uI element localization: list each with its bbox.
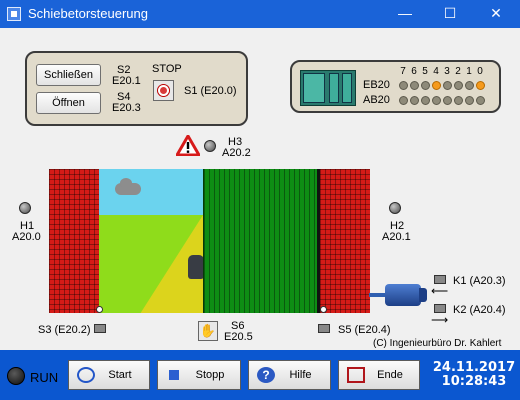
- help-button-label: Hilfe: [289, 369, 312, 381]
- bit-number: 0: [477, 66, 483, 77]
- eb20-led: [443, 81, 452, 90]
- bit-number: 7: [400, 66, 406, 77]
- sky: [99, 169, 203, 215]
- hand-icon[interactable]: ✋: [198, 321, 218, 341]
- help-icon: ?: [257, 367, 275, 383]
- window-title: Schiebetorsteuerung: [28, 6, 148, 21]
- eb20-led: [465, 81, 474, 90]
- main-panel: Schließen S2 E20.1 Öffnen S4 E20.3 STOP …: [0, 28, 520, 360]
- ab20-led: [476, 96, 485, 105]
- minimize-button[interactable]: —: [382, 0, 428, 28]
- h3-lamp: [204, 140, 216, 152]
- arrow-right-icon: ⟶: [431, 313, 449, 327]
- eb20-led: [399, 81, 408, 90]
- ab20-led: [432, 96, 441, 105]
- run-label: RUN: [30, 370, 59, 385]
- stop-switch-address: S1 (E20.0): [184, 85, 237, 97]
- help-button[interactable]: ? Hilfe: [248, 360, 331, 390]
- plc-module-image: [300, 70, 356, 106]
- exit-door-icon: [347, 367, 365, 383]
- ab20-led: [410, 96, 419, 105]
- bit-number: 4: [433, 66, 439, 77]
- s3-label: S3 (E20.2): [38, 324, 91, 336]
- ab20-label: AB20: [363, 94, 390, 106]
- stop-switch-button[interactable]: [153, 80, 174, 101]
- exit-button-label: Ende: [377, 369, 403, 381]
- bit-number: 1: [466, 66, 472, 77]
- h1-lamp: [19, 202, 31, 214]
- eb20-led: [410, 81, 419, 90]
- s6-address: E20.5: [224, 331, 253, 343]
- bit-number: 3: [444, 66, 450, 77]
- close-gate-button[interactable]: Schließen: [36, 64, 101, 86]
- left-brick-wall: [49, 169, 99, 313]
- warning-triangle-icon: [176, 135, 200, 156]
- k2-label: K2 (A20.4): [453, 304, 506, 316]
- car-icon: [188, 255, 204, 279]
- s5-indicator: [318, 324, 330, 333]
- h2-address: A20.1: [382, 231, 411, 243]
- stop-button-label: Stopp: [195, 369, 225, 381]
- stop-button[interactable]: Stopp: [157, 360, 241, 390]
- k1-indicator: [434, 275, 446, 284]
- h1-address: A20.0: [12, 231, 41, 243]
- exit-button[interactable]: Ende: [338, 360, 420, 390]
- close-window-button[interactable]: ✕: [473, 0, 519, 28]
- control-panel: Schließen S2 E20.1 Öffnen S4 E20.3 STOP …: [25, 51, 248, 126]
- cloud-icon: [115, 178, 141, 195]
- ab20-led: [421, 96, 430, 105]
- stop-square-icon: [169, 370, 179, 380]
- open-switch-address: E20.3: [112, 102, 141, 114]
- h2-lamp: [389, 202, 401, 214]
- app-icon: [7, 7, 21, 21]
- ab20-led: [454, 96, 463, 105]
- gate-scene: [49, 169, 370, 313]
- start-button[interactable]: Start: [68, 360, 150, 390]
- eb20-led: [454, 81, 463, 90]
- eb20-led: [421, 81, 430, 90]
- k1-label: K1 (A20.3): [453, 275, 506, 287]
- k2-indicator: [434, 304, 446, 313]
- bit-number: 6: [411, 66, 417, 77]
- run-led-icon: [7, 367, 25, 385]
- s5-sensor-dot: [320, 306, 327, 313]
- bit-number: 2: [455, 66, 461, 77]
- eb20-led: [476, 81, 485, 90]
- bit-number: 5: [422, 66, 428, 77]
- motor-icon: [369, 284, 427, 306]
- close-switch-address: E20.1: [112, 75, 141, 87]
- arrow-left-icon: ⟵: [431, 284, 449, 298]
- date-text: 24.11.2017: [432, 360, 516, 375]
- time-text: 10:28:43: [441, 374, 507, 389]
- eb20-led: [432, 81, 441, 90]
- h3-address: A20.2: [222, 147, 251, 159]
- plc-status-panel: 7 6 5 4 3 2 1 0 EB20 AB20: [290, 60, 501, 113]
- ab20-led: [465, 96, 474, 105]
- maximize-button[interactable]: ☐: [427, 0, 473, 28]
- s3-indicator: [94, 324, 106, 333]
- bottom-toolbar: RUN Start Stopp ? Hilfe Ende 24.11.2017 …: [0, 350, 520, 400]
- open-gate-button[interactable]: Öffnen: [36, 92, 101, 114]
- stop-label: STOP: [152, 63, 182, 75]
- date-time-display: 24.11.2017 10:28:43: [430, 361, 518, 389]
- ab20-led: [399, 96, 408, 105]
- ab20-led: [443, 96, 452, 105]
- eb20-label: EB20: [363, 79, 390, 91]
- sliding-gate: [203, 169, 320, 313]
- right-brick-wall: [320, 169, 370, 313]
- s3-sensor-dot: [96, 306, 103, 313]
- refresh-icon: [77, 367, 95, 383]
- start-button-label: Start: [108, 369, 132, 381]
- title-bar: Schiebetorsteuerung — ☐ ✕: [0, 0, 520, 28]
- s5-label: S5 (E20.4): [338, 324, 391, 336]
